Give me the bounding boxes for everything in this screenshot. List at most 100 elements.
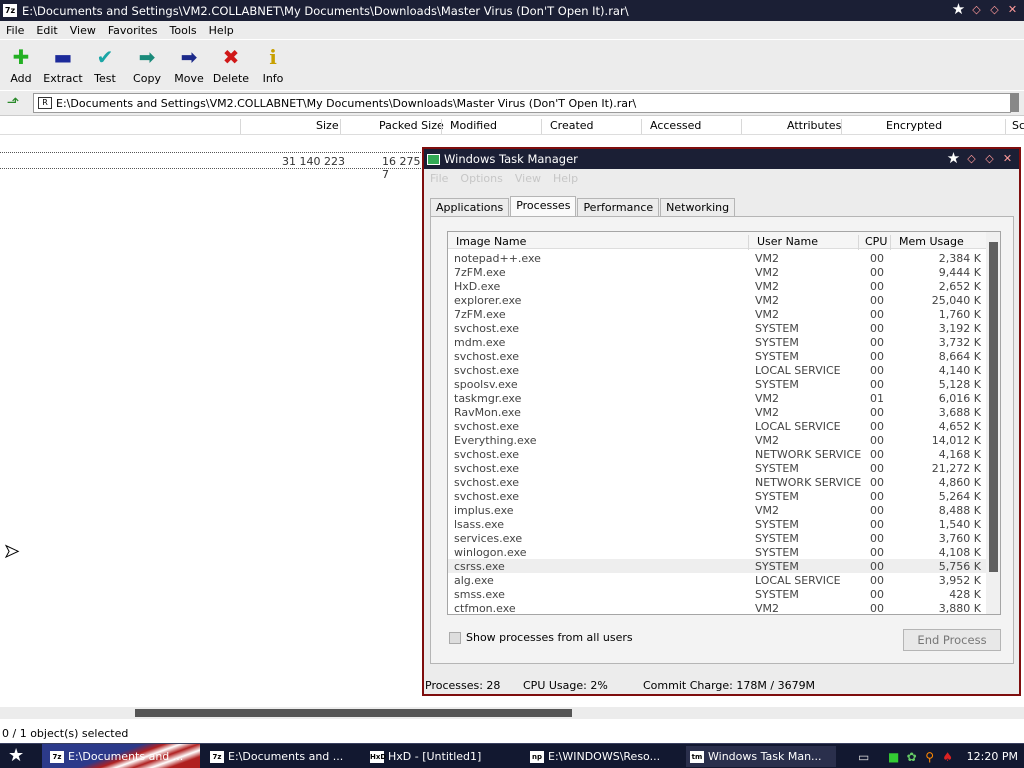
menu-file[interactable]: File <box>424 172 454 185</box>
menu-options[interactable]: Options <box>454 172 508 185</box>
address-scrollbar[interactable] <box>1010 93 1019 112</box>
col-packed-size[interactable]: Packed Size <box>379 119 444 132</box>
process-row[interactable]: svchost.exe SYSTEM 00 21,272 K <box>448 461 986 475</box>
process-row[interactable]: ctfmon.exe VM2 00 3,880 K <box>448 601 986 614</box>
process-row[interactable]: taskmgr.exe VM2 01 6,016 K <box>448 391 986 405</box>
tab-processes[interactable]: Processes <box>510 196 577 217</box>
checkbox-box[interactable] <box>449 631 461 644</box>
process-row[interactable]: HxD.exe VM2 00 2,652 K <box>448 279 986 293</box>
extract-button[interactable]: ▬ Extract <box>42 40 84 90</box>
task-manager-title-bar[interactable]: Windows Task Manager ★ ◇ ◇ ✕ <box>424 149 1019 169</box>
taskbar-button-7zip-2[interactable]: 7z E:\Documents and ... <box>206 746 356 767</box>
col-size[interactable]: Size <box>316 119 339 132</box>
close-icon[interactable]: ✕ <box>1000 151 1015 166</box>
process-image-name: svchost.exe <box>454 364 520 377</box>
process-row[interactable]: svchost.exe SYSTEM 00 8,664 K <box>448 349 986 363</box>
process-row[interactable]: alg.exe LOCAL SERVICE 00 3,952 K <box>448 573 986 587</box>
maximize-icon[interactable]: ◇ <box>987 2 1002 17</box>
menu-file[interactable]: File <box>0 24 30 37</box>
process-row[interactable]: services.exe SYSTEM 00 3,760 K <box>448 531 986 545</box>
delete-button[interactable]: ✖ Delete <box>210 40 252 90</box>
col-encrypted[interactable]: Encrypted <box>886 119 942 132</box>
start-button-star-icon[interactable]: ★ <box>8 746 24 766</box>
process-row[interactable]: 7zFM.exe VM2 00 1,760 K <box>448 307 986 321</box>
end-process-button[interactable]: End Process <box>903 629 1001 651</box>
leaf-icon[interactable]: ✿ <box>905 750 919 764</box>
process-row[interactable]: csrss.exe SYSTEM 00 5,756 K <box>448 559 986 573</box>
process-row[interactable]: RavMon.exe VM2 00 3,688 K <box>448 405 986 419</box>
taskbar-button-7zip-1[interactable]: 7z E:\Documents and ... <box>46 746 196 767</box>
green-app-icon[interactable]: ■ <box>887 750 901 764</box>
col-sc[interactable]: Sc <box>1012 119 1024 132</box>
address-input[interactable]: R E:\Documents and Settings\VM2.COLLABNE… <box>33 93 1011 113</box>
process-row[interactable]: 7zFM.exe VM2 00 9,444 K <box>448 265 986 279</box>
move-button[interactable]: ➡ Move <box>168 40 210 90</box>
process-row[interactable]: svchost.exe NETWORK SERVICE 00 4,168 K <box>448 447 986 461</box>
col-created[interactable]: Created <box>550 119 594 132</box>
horizontal-scrollbar[interactable] <box>0 707 1024 719</box>
menu-help[interactable]: Help <box>203 24 240 37</box>
minimize-icon[interactable]: ◇ <box>969 2 984 17</box>
process-row[interactable]: implus.exe VM2 00 8,488 K <box>448 503 986 517</box>
info-button[interactable]: i Info <box>252 40 294 90</box>
process-row[interactable]: svchost.exe LOCAL SERVICE 00 4,140 K <box>448 363 986 377</box>
show-all-users-checkbox[interactable]: Show processes from all users <box>449 631 633 644</box>
process-image-name: 7zFM.exe <box>454 308 506 321</box>
tab-performance[interactable]: Performance <box>577 198 660 216</box>
col-image-name[interactable]: Image Name <box>456 235 526 248</box>
scroll-thumb[interactable] <box>135 709 572 717</box>
folder-up-icon[interactable]: ⬏ <box>4 94 22 111</box>
menu-help[interactable]: Help <box>547 172 584 185</box>
process-cpu: 00 <box>870 532 884 545</box>
copy-button[interactable]: ➡ Copy <box>126 40 168 90</box>
test-button[interactable]: ✔ Test <box>84 40 126 90</box>
processes-pane: Image Name User Name CPU Mem Usage notep… <box>430 216 1014 664</box>
taskbar-button-notepad[interactable]: np E:\WINDOWS\Reso... <box>526 746 676 767</box>
process-row[interactable]: winlogon.exe SYSTEM 00 4,108 K <box>448 545 986 559</box>
file-row[interactable]: 31 140 223 16 275 7 <box>0 152 425 181</box>
process-row[interactable]: Everything.exe VM2 00 14,012 K <box>448 433 986 447</box>
col-accessed[interactable]: Accessed <box>650 119 701 132</box>
minimize-icon[interactable]: ◇ <box>964 151 979 166</box>
process-user-name: SYSTEM <box>755 322 799 335</box>
process-row[interactable]: svchost.exe SYSTEM 00 3,192 K <box>448 321 986 335</box>
menu-edit[interactable]: Edit <box>30 24 63 37</box>
menu-view[interactable]: View <box>64 24 102 37</box>
menu-tools[interactable]: Tools <box>164 24 203 37</box>
col-modified[interactable]: Modified <box>450 119 497 132</box>
col-attributes[interactable]: Attributes <box>787 119 841 132</box>
process-row[interactable]: spoolsv.exe SYSTEM 00 5,128 K <box>448 377 986 391</box>
vertical-scrollbar[interactable] <box>986 232 1000 614</box>
process-row[interactable]: svchost.exe SYSTEM 00 5,264 K <box>448 489 986 503</box>
keyboard-icon[interactable]: ▭ <box>857 750 871 764</box>
process-row[interactable]: lsass.exe SYSTEM 00 1,540 K <box>448 517 986 531</box>
ravmon-icon[interactable]: ♠ <box>941 750 955 764</box>
scroll-thumb[interactable] <box>989 242 998 572</box>
col-user-name[interactable]: User Name <box>757 235 818 248</box>
tab-networking[interactable]: Networking <box>660 198 736 216</box>
close-icon[interactable]: ✕ <box>1005 2 1020 17</box>
clock[interactable]: 12:20 PM <box>967 750 1018 763</box>
col-cpu[interactable]: CPU <box>865 235 887 248</box>
maximize-icon[interactable]: ◇ <box>982 151 997 166</box>
menu-favorites[interactable]: Favorites <box>102 24 164 37</box>
process-list[interactable]: Image Name User Name CPU Mem Usage notep… <box>447 231 1001 615</box>
process-row[interactable]: svchost.exe NETWORK SERVICE 00 4,860 K <box>448 475 986 489</box>
tab-applications[interactable]: Applications <box>430 198 510 216</box>
process-row[interactable]: svchost.exe LOCAL SERVICE 00 4,652 K <box>448 419 986 433</box>
star-icon[interactable]: ★ <box>951 2 966 17</box>
process-row[interactable]: explorer.exe VM2 00 25,040 K <box>448 293 986 307</box>
star-icon[interactable]: ★ <box>946 151 961 166</box>
taskbar-button-hxd[interactable]: HxD HxD - [Untitled1] <box>366 746 516 767</box>
task-manager-menu: File Options View Help <box>424 170 584 186</box>
search-icon[interactable]: ⚲ <box>923 750 937 764</box>
process-cpu: 00 <box>870 518 884 531</box>
window-title-bar[interactable]: 7z E:\Documents and Settings\VM2.COLLABN… <box>0 0 1024 21</box>
col-mem-usage[interactable]: Mem Usage <box>899 235 964 248</box>
add-button[interactable]: ✚ Add <box>0 40 42 90</box>
process-row[interactable]: smss.exe SYSTEM 00 428 K <box>448 587 986 601</box>
process-row[interactable]: notepad++.exe VM2 00 2,384 K <box>448 251 986 265</box>
process-row[interactable]: mdm.exe SYSTEM 00 3,732 K <box>448 335 986 349</box>
taskbar-button-task-manager[interactable]: tm Windows Task Man... <box>686 746 836 767</box>
menu-view[interactable]: View <box>509 172 547 185</box>
